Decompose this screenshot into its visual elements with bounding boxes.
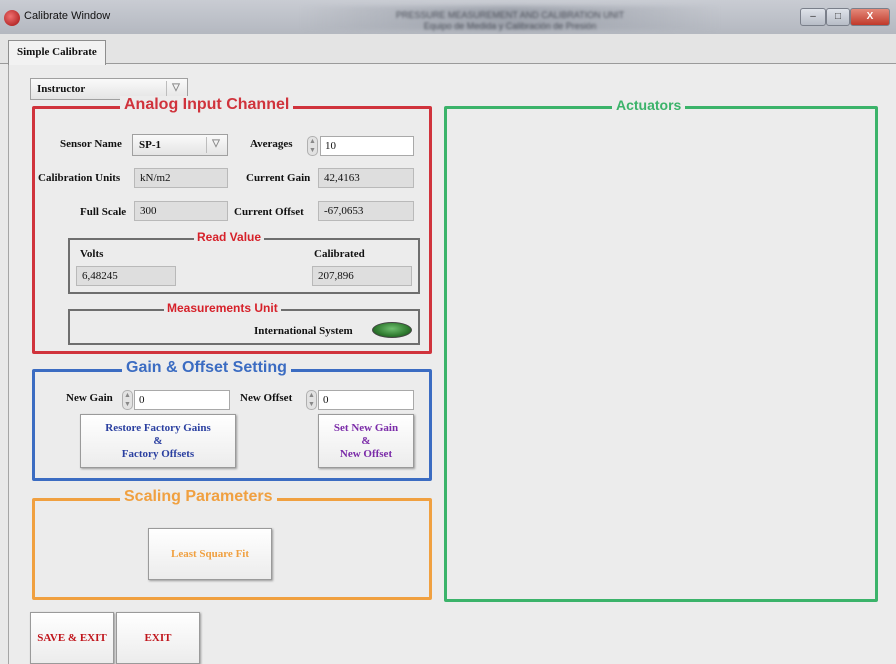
new-gain-stepper[interactable]: ▲ ▼ [122, 390, 133, 410]
app-icon [4, 10, 20, 26]
gain-offset-title: Gain & Offset Setting [122, 359, 291, 377]
new-offset-label: New Offset [240, 392, 293, 404]
averages-stepper[interactable]: ▲ ▼ [307, 136, 318, 156]
unit-system-led[interactable] [372, 322, 412, 338]
set-new-gain-button[interactable]: Set New Gain & New Offset [318, 414, 414, 468]
window-title: Calibrate Window [24, 10, 111, 22]
analog-input-title: Analog Input Channel [120, 96, 294, 114]
restore-factory-button[interactable]: Restore Factory Gains & Factory Offsets [80, 414, 236, 468]
sensor-name-label: Sensor Name [60, 138, 122, 150]
set-button-line3: New Offset [339, 447, 393, 460]
save-exit-button[interactable]: SAVE & EXIT [30, 612, 114, 664]
maximize-button[interactable]: □ [826, 8, 850, 26]
least-square-fit-button[interactable]: Least Square Fit [148, 528, 272, 580]
restore-button-line3: Factory Offsets [121, 447, 195, 460]
chevron-down-icon: ▽ [206, 137, 225, 153]
calibrated-label: Calibrated [314, 248, 365, 260]
tab-simple-calibrate[interactable]: Simple Calibrate [8, 40, 106, 65]
measurements-unit-title: Measurements Unit [164, 301, 281, 315]
actuators-frame [444, 106, 878, 602]
current-offset-label: Current Offset [234, 206, 304, 218]
restore-button-line2: & [153, 434, 163, 447]
restore-button-line1: Restore Factory Gains [105, 421, 211, 434]
new-offset-stepper[interactable]: ▲ ▼ [306, 390, 317, 410]
current-gain-field: 42,4163 [318, 168, 414, 188]
sensor-name-select[interactable]: SP-1 ▽ [132, 134, 228, 156]
chevron-down-icon: ▽ [166, 81, 185, 97]
averages-input[interactable]: 10 [320, 136, 414, 156]
user-mode-value: Instructor [37, 83, 86, 95]
tab-strip [0, 34, 896, 64]
scaling-parameters-title: Scaling Parameters [120, 488, 277, 506]
new-gain-input[interactable]: 0 [134, 390, 230, 410]
volts-label: Volts [80, 248, 104, 260]
blurred-app-caption: PRESSURE MEASUREMENT AND CALIBRATION UNI… [395, 10, 625, 31]
minimize-button[interactable]: – [800, 8, 826, 26]
read-value-title: Read Value [194, 230, 265, 244]
new-offset-input[interactable]: 0 [318, 390, 414, 410]
close-button[interactable]: X [850, 8, 890, 26]
international-system-label: International System [254, 325, 353, 337]
current-offset-field: -67,0653 [318, 201, 414, 221]
exit-button[interactable]: EXIT [116, 612, 200, 664]
averages-label: Averages [250, 138, 293, 150]
calibration-units-field: kN/m2 [134, 168, 228, 188]
set-button-line2: & [361, 434, 371, 447]
current-gain-label: Current Gain [246, 172, 311, 184]
new-gain-label: New Gain [66, 392, 113, 404]
sensor-name-value: SP-1 [139, 139, 161, 151]
calibration-units-label: Calibration Units [38, 172, 121, 184]
full-scale-label: Full Scale [80, 206, 127, 218]
volts-field: 6,48245 [76, 266, 176, 286]
actuators-title: Actuators [612, 97, 686, 113]
set-button-line1: Set New Gain [333, 421, 399, 434]
calibrated-field: 207,896 [312, 266, 412, 286]
full-scale-field: 300 [134, 201, 228, 221]
